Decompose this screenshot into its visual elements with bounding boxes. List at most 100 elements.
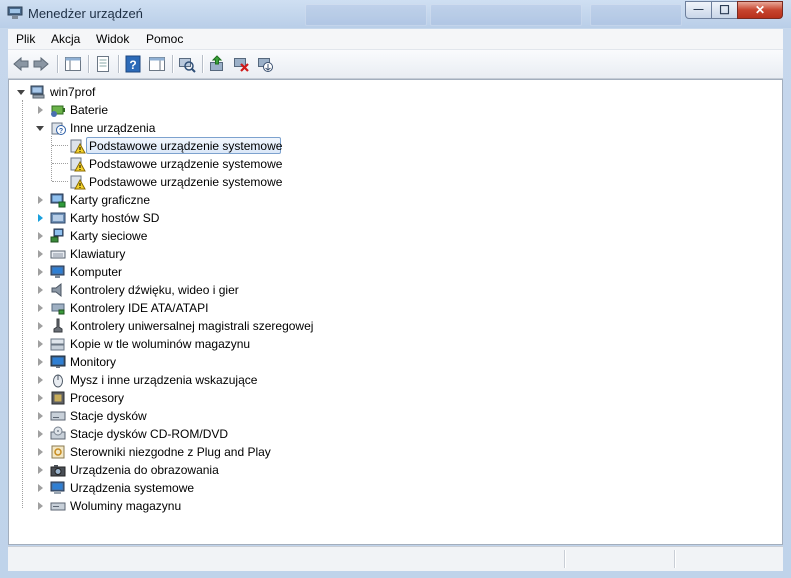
- background-window-ghost: [305, 4, 427, 26]
- toolbar-separator: [172, 55, 173, 73]
- menu-plik[interactable]: Plik: [16, 32, 35, 46]
- menu-pomoc[interactable]: Pomoc: [146, 32, 183, 46]
- tree-category-label: Kontrolery IDE ATA/ATAPI: [70, 301, 209, 315]
- warning-device-icon: [70, 157, 86, 172]
- expand-arrow-icon[interactable]: [38, 250, 43, 258]
- title-bar[interactable]: Menedżer urządzeń — ☐ ✕: [0, 0, 791, 28]
- svg-text:?: ?: [129, 58, 136, 72]
- device-tree[interactable]: win7prof Baterie? Inne urządzenia Podstawo…: [8, 79, 783, 545]
- processor-icon: [51, 391, 65, 405]
- tree-category-label: Monitory: [70, 355, 117, 369]
- expand-arrow-icon[interactable]: [38, 304, 43, 312]
- expand-arrow-icon[interactable]: [38, 214, 43, 222]
- ide-controller-icon: [51, 303, 65, 315]
- minimize-icon: —: [693, 4, 704, 15]
- disable-device-icon[interactable]: [256, 55, 274, 73]
- tree-category-label: Procesory: [70, 391, 125, 405]
- uninstall-icon[interactable]: [232, 55, 250, 73]
- expand-arrow-icon[interactable]: [38, 430, 43, 438]
- forward-arrow-icon[interactable]: [32, 55, 50, 73]
- battery-icon: [51, 105, 65, 117]
- tree-category-label: Urządzenia do obrazowania: [70, 463, 219, 477]
- toolbar-separator: [202, 55, 203, 73]
- monitor-icon: [50, 355, 66, 368]
- expand-arrow-icon[interactable]: [38, 196, 43, 204]
- expand-arrow-icon[interactable]: [38, 448, 43, 456]
- toolbar: ?: [8, 50, 783, 79]
- usb-icon: [53, 318, 63, 333]
- expand-arrow-icon[interactable]: [38, 232, 43, 240]
- tree-category-label: Woluminy magazynu: [70, 499, 182, 513]
- volume-shadow-icon: [50, 338, 65, 351]
- expand-arrow-icon[interactable]: [38, 106, 43, 114]
- tree-guide-line: [51, 136, 52, 181]
- show-hide-console-tree-icon[interactable]: [64, 55, 82, 73]
- collapse-arrow-icon[interactable]: [36, 126, 44, 131]
- tree-guide-line: [52, 163, 68, 164]
- tree-category-label: Stacje dysków: [70, 409, 147, 423]
- status-divider: [674, 550, 675, 568]
- status-divider: [564, 550, 565, 568]
- cdrom-icon: [50, 426, 66, 440]
- tree-category-label: Mysz i inne urządzenia wskazujące: [70, 373, 258, 387]
- tree-category-label: Kontrolery uniwersalnej magistrali szere…: [70, 319, 314, 333]
- device-manager-window: Menedżer urządzeń — ☐ ✕ Plik Akcja Widok…: [0, 0, 791, 578]
- tree-device-label: Podstawowe urządzenie systemowe: [89, 175, 283, 189]
- tree-category-label: Karty hostów SD: [70, 211, 160, 225]
- maximize-button[interactable]: ☐: [711, 1, 738, 19]
- tree-guide-line: [52, 181, 68, 182]
- tree-category-label: Karty graficzne: [70, 193, 151, 207]
- menu-widok[interactable]: Widok: [96, 32, 129, 46]
- speaker-icon: [51, 282, 62, 298]
- unknown-device-icon: ?: [51, 122, 66, 135]
- toolbar-separator: [118, 55, 119, 73]
- close-icon: ✕: [754, 3, 766, 17]
- menu-bar: Plik Akcja Widok Pomoc: [8, 29, 783, 50]
- disk-drive-icon: [50, 411, 66, 421]
- warning-device-icon: [70, 175, 86, 190]
- minimize-button[interactable]: —: [685, 1, 712, 19]
- maximize-icon: ☐: [719, 3, 730, 17]
- tree-category-label: Karty sieciowe: [70, 229, 148, 243]
- properties-icon[interactable]: [94, 55, 112, 73]
- device-manager-app-icon: [7, 6, 23, 19]
- expand-arrow-icon[interactable]: [38, 286, 43, 294]
- expand-arrow-icon[interactable]: [38, 502, 43, 510]
- expand-arrow-icon[interactable]: [38, 322, 43, 330]
- expand-arrow-icon[interactable]: [38, 376, 43, 384]
- tree-device-label: Podstawowe urządzenie systemowe: [89, 157, 283, 171]
- tree-category-label: Baterie: [70, 103, 109, 117]
- action-pane-icon[interactable]: [148, 55, 166, 73]
- scan-hardware-icon[interactable]: [178, 55, 196, 73]
- expand-arrow-icon[interactable]: [38, 412, 43, 420]
- tree-guide-line: [22, 100, 23, 508]
- tree-category-label: Sterowniki niezgodne z Plug and Play: [70, 445, 271, 459]
- tree-category-label: Urządzenia systemowe: [70, 481, 195, 495]
- expand-arrow-icon[interactable]: [38, 268, 43, 276]
- tree-category-label: Klawiatury: [70, 247, 126, 261]
- expand-arrow-icon[interactable]: [38, 484, 43, 492]
- menu-akcja[interactable]: Akcja: [51, 32, 80, 46]
- storage-volume-icon: [50, 502, 66, 511]
- expand-arrow-icon[interactable]: [38, 394, 43, 402]
- expand-arrow-icon[interactable]: [38, 358, 43, 366]
- update-driver-icon[interactable]: [208, 55, 226, 73]
- system-devices-icon: [50, 481, 65, 494]
- window-title: Menedżer urządzeń: [28, 6, 143, 21]
- tree-category-label: Kopie w tle woluminów magazynu: [70, 337, 251, 351]
- expand-arrow-icon[interactable]: [38, 466, 43, 474]
- tree-guide-line: [52, 145, 68, 146]
- network-adapter-icon: [50, 228, 64, 243]
- svg-text:?: ?: [59, 128, 63, 135]
- help-icon[interactable]: ?: [124, 55, 142, 73]
- non-pnp-driver-icon: [51, 445, 65, 459]
- toolbar-separator: [88, 55, 89, 73]
- expand-arrow-icon[interactable]: [38, 340, 43, 348]
- tree-category-label: Komputer: [70, 265, 123, 279]
- sd-host-icon: [50, 212, 66, 224]
- status-bar: [8, 546, 783, 571]
- collapse-arrow-icon[interactable]: [17, 90, 25, 95]
- toolbar-separator: [57, 55, 58, 73]
- back-arrow-icon[interactable]: [12, 55, 30, 73]
- close-button[interactable]: ✕: [737, 1, 783, 19]
